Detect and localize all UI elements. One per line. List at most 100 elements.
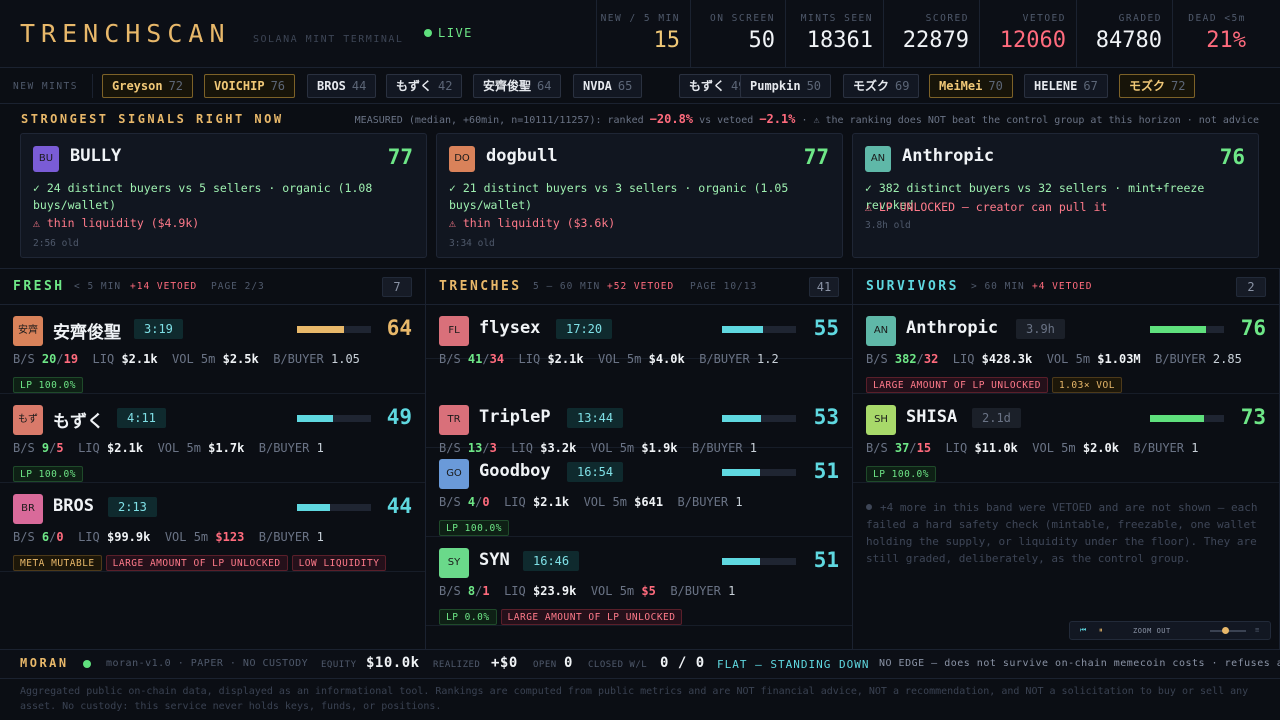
bpb-label: B/BUYER bbox=[699, 352, 750, 366]
zoom-control[interactable]: ⏮ ⏸ ZOOM OUT ≡ bbox=[1069, 621, 1271, 640]
token-avatar: 安齊 bbox=[13, 316, 43, 346]
buys-per-buyer: 1.05 bbox=[331, 352, 360, 366]
token-row[interactable]: TR TripleP 13:44 53 B/S 13/3 LIQ $3.2k VOL 5… bbox=[426, 394, 852, 455]
token-avatar: BR bbox=[13, 494, 43, 524]
risk-tag: LP 100.0% bbox=[13, 466, 83, 482]
buys-per-buyer: 1 bbox=[1191, 441, 1199, 455]
buys-per-buyer: 1 bbox=[316, 441, 324, 455]
token-row[interactable]: もず もずく 4:11 49 B/S 9/5 LIQ $2.1k VOL 5m $1.7… bbox=[0, 394, 425, 483]
score-bar bbox=[1150, 326, 1224, 333]
ticker-chip[interactable]: MeiMei 70 bbox=[929, 74, 1013, 98]
ticker-chip[interactable]: Pumpkin 50 bbox=[740, 74, 832, 98]
token-age-badge: 17:20 bbox=[556, 319, 613, 339]
token-row[interactable]: AN Anthropic 3.9h 76 B/S 382/32 LIQ $428.3k … bbox=[853, 305, 1279, 394]
stat-label: NEW / 5 MIN bbox=[600, 13, 680, 24]
token-age-badge: 2.1d bbox=[972, 408, 1021, 428]
ticker-chip[interactable]: HELENE 67 bbox=[1024, 74, 1108, 98]
ticker-chip[interactable]: もずく 42 bbox=[386, 74, 463, 98]
ticker-chip-score: 70 bbox=[988, 79, 1003, 93]
risk-tags: LP 100.0% bbox=[439, 520, 513, 536]
ticker-chip[interactable]: VOICHIP 76 bbox=[204, 74, 296, 98]
zoom-out-button[interactable]: ZOOM OUT bbox=[1133, 627, 1171, 635]
stat-value: 21% bbox=[1206, 28, 1246, 53]
risk-tag: LP 100.0% bbox=[13, 377, 83, 393]
token-stats: B/S 9/5 LIQ $2.1k VOL 5m $1.7k B/BUYER 1 bbox=[13, 441, 324, 455]
vetoed-return: −2.1% bbox=[759, 112, 796, 126]
column-age-range: > 60 MIN bbox=[971, 281, 1025, 292]
bs-label: B/S bbox=[13, 441, 35, 455]
volume-value: $1.7k bbox=[208, 441, 245, 455]
ticker-chip-name: MeiMei bbox=[939, 79, 983, 93]
closed-label: CLOSED W/L bbox=[588, 660, 648, 670]
stat-mints-seen: MINTS SEEN 18361 bbox=[785, 0, 883, 68]
liq-label: LIQ bbox=[92, 352, 115, 366]
app-logo[interactable]: TRENCHSCAN bbox=[20, 19, 231, 48]
token-name: Goodboy bbox=[479, 461, 551, 481]
column-title: TRENCHES bbox=[439, 279, 522, 294]
volume-value: $641 bbox=[634, 495, 664, 509]
bpb-label: B/BUYER bbox=[670, 584, 721, 598]
liq-label: LIQ bbox=[78, 530, 100, 544]
zoom-slider-handle[interactable] bbox=[1222, 627, 1229, 634]
token-row[interactable]: 安齊 安齊俊聖 3:19 64 B/S 20/19 LIQ $2.1k VOL 5m $… bbox=[0, 305, 425, 394]
ticker-chip-score: 69 bbox=[895, 79, 910, 93]
column-header: SURVIVORS > 60 MIN +4 VETOED 2 bbox=[853, 269, 1279, 305]
ticker-chip[interactable]: モズク 72 bbox=[1119, 74, 1196, 98]
pause-icon[interactable]: ⏸ bbox=[1099, 626, 1103, 635]
ticker-chip[interactable]: BROS 44 bbox=[307, 74, 377, 98]
token-row[interactable]: SH SHISA 2.1d 73 B/S 37/15 LIQ $11.0k VOL 5m… bbox=[853, 394, 1279, 483]
buys-per-buyer: 1 bbox=[316, 530, 324, 544]
token-row[interactable]: FL flysex 17:20 55 B/S 41/34 LIQ $2.1k VOL 5… bbox=[426, 305, 852, 366]
positive-signal: ✓ 21 distinct buyers vs 3 sellers · orga… bbox=[449, 181, 789, 212]
signal-card[interactable]: DO dogbull 77 ✓ 21 distinct buyers vs 3 sel… bbox=[436, 133, 843, 258]
vetoed-note: +4 more in this band were VETOED and are… bbox=[866, 499, 1266, 567]
stat-label: DEAD <5m bbox=[1188, 13, 1246, 24]
vol-label: VOL 5m bbox=[1046, 352, 1091, 366]
token-avatar: SY bbox=[439, 548, 469, 578]
signals-meta-prefix: MEASURED (median, +60min, n=10111/11257)… bbox=[354, 115, 644, 126]
token-avatar: SH bbox=[866, 405, 896, 435]
column-trenches: TRENCHES 5 – 60 MIN +52 VETOED PAGE 10/13 41… bbox=[426, 269, 853, 649]
buys-per-buyer: 1 bbox=[728, 584, 736, 598]
ticker-chip[interactable]: NVDA 65 bbox=[573, 74, 643, 98]
buys-per-buyer: 2.85 bbox=[1212, 352, 1242, 366]
app-tagline: SOLANA MINT TERMINAL bbox=[253, 34, 404, 45]
bs-label: B/S bbox=[13, 530, 35, 544]
token-name: SYN bbox=[479, 550, 510, 570]
volume-value: $5 bbox=[641, 584, 656, 598]
bot-status-dot-icon bbox=[83, 660, 91, 668]
token-name: SHISA bbox=[906, 407, 958, 427]
token-age-badge: 4:11 bbox=[117, 408, 166, 428]
ranked-return: −20.8% bbox=[649, 112, 694, 126]
vol-label: VOL 5m bbox=[1032, 441, 1076, 455]
ticker-chip-score: 72 bbox=[168, 79, 184, 93]
token-avatar: BU bbox=[33, 146, 59, 172]
menu-icon[interactable]: ≡ bbox=[1255, 626, 1259, 634]
column-age-range: 5 – 60 MIN bbox=[533, 281, 601, 292]
vetoed-note-text: +4 more in this band were VETOED and are… bbox=[866, 501, 1258, 565]
token-row[interactable]: SY SYN 16:46 51 B/S 8/1 LIQ $23.9k VOL 5m $5… bbox=[426, 537, 852, 626]
score-bar-fill bbox=[1150, 415, 1205, 422]
token-avatar: もず bbox=[13, 405, 43, 435]
ticker-chip[interactable]: 安齊俊聖 64 bbox=[473, 74, 562, 98]
ticker-chip[interactable]: モズク 69 bbox=[843, 74, 920, 98]
column-pagination[interactable]: PAGE 10/13 bbox=[690, 281, 757, 292]
score-bar-fill bbox=[722, 469, 760, 476]
ticker-chip[interactable]: Greyson 72 bbox=[102, 74, 194, 98]
equity-value: $10.0k bbox=[366, 655, 420, 671]
signal-card[interactable]: AN Anthropic 76 ✓ 382 distinct buyers vs 32… bbox=[852, 133, 1259, 258]
column-title: SURVIVORS bbox=[866, 279, 959, 294]
bs-label: B/S bbox=[13, 352, 35, 366]
signal-card[interactable]: BU BULLY 77 ✓ 24 distinct buyers vs 5 selle… bbox=[20, 133, 427, 258]
risk-warning: ⚠ LP UNLOCKED — creator can pull it bbox=[865, 200, 1108, 214]
token-age-badge: 3:19 bbox=[134, 319, 183, 339]
token-row[interactable]: BR BROS 2:13 44 B/S 6/0 LIQ $99.9k VOL 5m $1… bbox=[0, 483, 425, 572]
new-mints-ticker: NEW MINTS Greyson 72 VOICHIP 76 BROS 44 もずく 42 安… bbox=[0, 68, 1280, 104]
column-pagination[interactable]: PAGE 2/3 bbox=[211, 281, 265, 292]
risk-tags: META MUTABLE LARGE AMOUNT OF LP UNLOCKED L… bbox=[13, 555, 390, 571]
rewind-icon[interactable]: ⏮ bbox=[1080, 626, 1086, 635]
risk-tag: META MUTABLE bbox=[13, 555, 102, 571]
token-row[interactable]: GO Goodboy 16:54 51 B/S 4/0 LIQ $2.1k VOL 5m… bbox=[426, 448, 852, 537]
vol-label: VOL 5m bbox=[583, 495, 627, 509]
sell-count: 1 bbox=[482, 584, 490, 598]
